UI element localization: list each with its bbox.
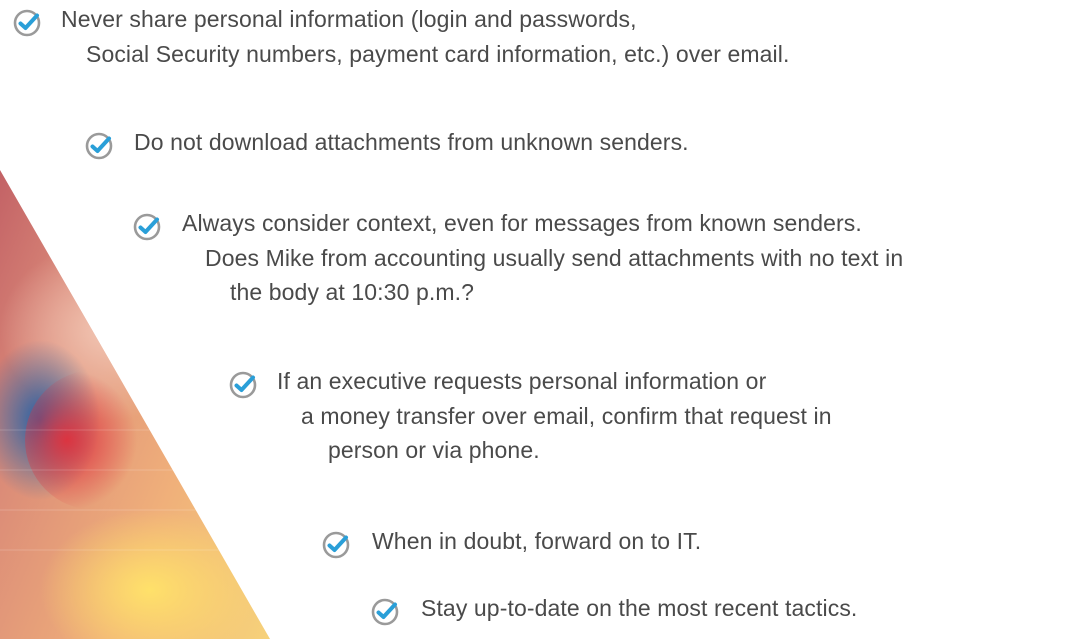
- check-circle-icon: [85, 132, 113, 160]
- check-circle-icon: [133, 213, 161, 241]
- tip-item: Never share personal information (login …: [61, 2, 789, 71]
- check-circle-icon: [13, 9, 41, 37]
- tip-text: Always consider context, even for messag…: [182, 210, 862, 236]
- tip-text: Never share personal information (login …: [61, 6, 637, 32]
- tip-item: Always consider context, even for messag…: [182, 206, 903, 310]
- tip-text: If an executive requests personal inform…: [277, 368, 767, 394]
- tip-text: Does Mike from accounting usually send a…: [205, 244, 904, 271]
- hand-photo-wedge: [0, 170, 270, 639]
- tip-text: Stay up-to-date on the most recent tacti…: [421, 595, 858, 621]
- tip-text: the body at 10:30 p.m.?: [230, 279, 474, 305]
- tip-item: If an executive requests personal inform…: [277, 364, 832, 468]
- check-circle-icon: [229, 371, 257, 399]
- tip-item: When in doubt, forward on to IT.: [372, 524, 701, 559]
- tip-text: Do not download attachments from unknown…: [134, 129, 689, 155]
- check-circle-icon: [322, 531, 350, 559]
- tip-item: Do not download attachments from unknown…: [134, 125, 689, 160]
- slide: Never share personal information (login …: [0, 0, 1092, 639]
- tip-text: When in doubt, forward on to IT.: [372, 528, 702, 554]
- tip-text: Social Security numbers, payment card in…: [86, 40, 790, 67]
- tip-text: a money transfer over email, confirm tha…: [301, 402, 832, 429]
- tip-item: Stay up-to-date on the most recent tacti…: [421, 591, 857, 626]
- tip-text: person or via phone.: [328, 437, 540, 463]
- check-circle-icon: [371, 598, 399, 626]
